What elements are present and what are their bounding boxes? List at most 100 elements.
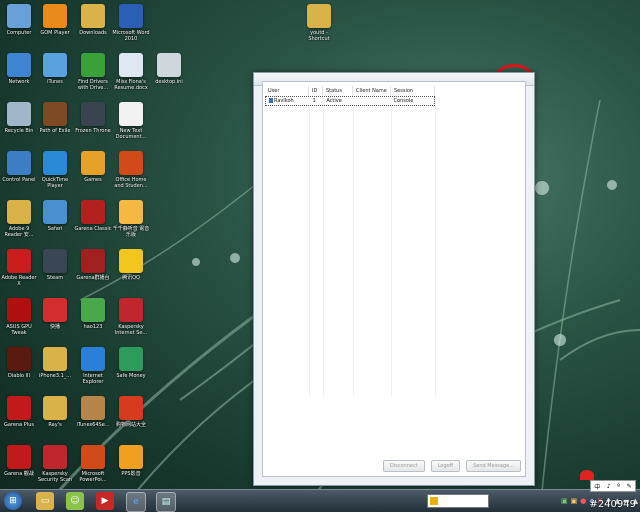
itunes-icon: [43, 53, 67, 77]
diablo-icon: [7, 347, 31, 371]
media-player-taskbar-icon[interactable]: ▶: [96, 492, 114, 510]
garena-desktop-icon[interactable]: Garena 觀战: [0, 445, 38, 477]
desktop-icon-label: Adobe 9 Reader 安...: [4, 226, 34, 238]
ime-moon[interactable]: ♪: [607, 483, 611, 490]
word-icon: [119, 4, 143, 28]
games-desktop-icon[interactable]: Games: [74, 151, 112, 183]
asus-gpu-desktop-icon[interactable]: ASUS GPU Tweak: [0, 298, 38, 336]
text-doc-desktop-icon[interactable]: New Text Document...: [112, 102, 150, 140]
asus-gpu-icon: [7, 298, 31, 322]
doc-icon: [119, 53, 143, 77]
quicktime-desktop-icon[interactable]: QuickTime Player: [36, 151, 74, 189]
gom-player-desktop-icon[interactable]: GOM Player: [36, 4, 74, 36]
qq-desktop-icon[interactable]: 腾讯QQ: [112, 249, 150, 281]
folder-desktop-icon[interactable]: Ray's: [36, 396, 74, 428]
chat-taskbar-icon[interactable]: ☺: [66, 492, 84, 510]
desktop-icon-label: Find Drivers with Drive...: [77, 79, 109, 91]
folder-desktop-icon[interactable]: Adobe 9 Reader 安...: [0, 200, 38, 238]
powerpoint-desktop-icon[interactable]: Microsoft PowerPoi...: [74, 445, 112, 483]
explorer-taskbar-icon[interactable]: ▭: [36, 492, 54, 510]
desktop-icon-label: Games: [84, 177, 102, 183]
start-button[interactable]: ⊞: [4, 492, 22, 510]
desktop-icon-label: 腾讯QQ: [122, 275, 140, 281]
ini-desktop-icon[interactable]: desktop.ini: [150, 53, 188, 85]
shopping-desktop-icon[interactable]: 购物网站大全: [112, 396, 150, 428]
window-taskbar-icon[interactable]: ▤: [156, 492, 176, 512]
steam-desktop-icon[interactable]: Steam: [36, 249, 74, 281]
toolbar-search-box[interactable]: [427, 494, 489, 508]
desktop-icon-label: ASUS GPU Tweak: [6, 324, 32, 336]
folder-icon: [307, 4, 331, 28]
folder-desktop-icon[interactable]: youtd - Shortcut: [300, 4, 338, 42]
cell-id: 1: [312, 98, 316, 104]
pps-desktop-icon[interactable]: PPS影音: [112, 445, 150, 477]
desktop-icon-label: Diablo III: [8, 373, 30, 379]
desktop-icon-label: Microsoft PowerPoi...: [79, 471, 107, 483]
qq-icon: [119, 249, 143, 273]
desktop-icon-label: 快播: [49, 324, 60, 330]
steam-icon: [43, 249, 67, 273]
desktop-icon-label: youtd - Shortcut: [308, 30, 330, 42]
disconnect-button[interactable]: Disconnect: [382, 460, 425, 472]
desktop-icon-label: Ray's: [48, 422, 62, 428]
folder-icon: [81, 4, 105, 28]
ime-chinese[interactable]: 中: [594, 482, 600, 491]
doc-desktop-icon[interactable]: Miss Fiona's Resume.docx: [112, 53, 150, 91]
desktop-icon-label: Adobe Reader X: [1, 275, 37, 287]
ttplayer-desktop-icon[interactable]: 千千静听音 電音乐版: [112, 200, 150, 238]
tray-icon-3[interactable]: ●: [580, 497, 586, 505]
column-header-status[interactable]: Status: [323, 86, 353, 96]
action-button-bar: Disconnect Logoff Send Message...: [382, 460, 521, 472]
send-message-button[interactable]: Send Message...: [466, 460, 521, 472]
control-panel-desktop-icon[interactable]: Control Panel: [0, 151, 38, 183]
ie-desktop-icon[interactable]: Internet Explorer: [74, 347, 112, 385]
frozen-throne-desktop-icon[interactable]: Frozen Throne: [74, 102, 112, 134]
internet-explorer-taskbar-icon[interactable]: e: [126, 492, 146, 512]
poe-icon: [43, 102, 67, 126]
logoff-button[interactable]: Logoff: [430, 460, 461, 472]
user-name: Ravikoh: [274, 98, 294, 104]
users-list-panel[interactable]: User ID Status Client Name Session Ravik…: [262, 81, 526, 477]
garena-plus-desktop-icon[interactable]: Garena Plus: [0, 396, 38, 428]
driver-desktop-icon[interactable]: Find Drivers with Drive...: [74, 53, 112, 91]
ime-pen[interactable]: ✎: [627, 483, 632, 490]
desktop-icon-label: Microsoft Word 2010: [112, 30, 150, 42]
tray-icon-1[interactable]: ▣: [561, 497, 568, 505]
column-header-session[interactable]: Session: [391, 86, 435, 96]
ime-dot[interactable]: º: [617, 483, 620, 490]
garena-desktop-icon[interactable]: Garena Classic: [74, 200, 112, 232]
office-desktop-icon[interactable]: Office Home and Studen...: [112, 151, 150, 189]
driver-icon: [81, 53, 105, 77]
kuaibo-desktop-icon[interactable]: 快播: [36, 298, 74, 330]
column-header-client-name[interactable]: Client Name: [353, 86, 391, 96]
recycle-bin-desktop-icon[interactable]: Recycle Bin: [0, 102, 38, 134]
diablo-desktop-icon[interactable]: Diablo III: [0, 347, 38, 379]
language-bar[interactable]: 中 ♪ º ✎: [590, 480, 636, 492]
column-header-id[interactable]: ID: [309, 86, 323, 96]
desktop-icon-label: Safari: [47, 226, 63, 232]
garena-desktop-icon[interactable]: Garena群播台: [74, 249, 112, 281]
folder-desktop-icon[interactable]: iPhone3.1_...: [36, 347, 74, 379]
desktop-icon-label: 购物网站大全: [115, 422, 146, 428]
kaspersky-desktop-icon[interactable]: Kaspersky Internet Se...: [112, 298, 150, 336]
desktop-icon-label: hao123: [83, 324, 103, 330]
word-desktop-icon[interactable]: Microsoft Word 2010: [112, 4, 150, 42]
safe-money-desktop-icon[interactable]: Safe Money: [112, 347, 150, 379]
kuaibo-icon: [43, 298, 67, 322]
hao123-desktop-icon[interactable]: hao123: [74, 298, 112, 330]
folder-desktop-icon[interactable]: Downloads: [74, 4, 112, 36]
column-header-user[interactable]: User: [265, 86, 309, 96]
adobe-reader-desktop-icon[interactable]: Adobe Reader X: [0, 249, 38, 287]
poe-desktop-icon[interactable]: Path of Exile: [36, 102, 74, 134]
tray-icon-2[interactable]: ▣: [571, 497, 578, 505]
table-row[interactable]: Ravikoh 1 Active Console: [265, 96, 435, 106]
package-desktop-icon[interactable]: iTunes64Se...: [74, 396, 112, 428]
desktop-icon-label: Computer: [6, 30, 32, 36]
itunes-desktop-icon[interactable]: iTunes: [36, 53, 74, 85]
cell-status: Active: [326, 98, 342, 104]
kaspersky-desktop-icon[interactable]: Kaspersky Security Scan: [36, 445, 74, 483]
safari-desktop-icon[interactable]: Safari: [36, 200, 74, 232]
computer-desktop-icon[interactable]: Computer: [0, 4, 38, 36]
desktop-icon-label: desktop.ini: [155, 79, 183, 85]
network-desktop-icon[interactable]: Network: [0, 53, 38, 85]
